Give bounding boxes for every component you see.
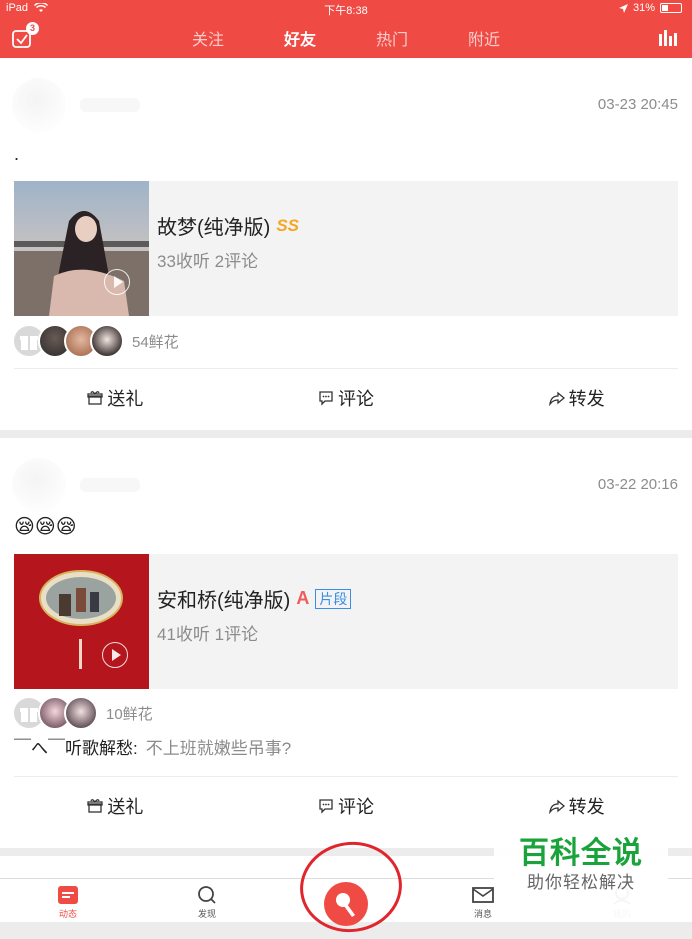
divider <box>14 368 678 369</box>
song-card[interactable]: 安和桥(纯净版) A 片段 41收听 1评论 <box>14 554 678 689</box>
comment-button[interactable]: 评论 <box>231 378 462 418</box>
tab-discover[interactable]: 发现 <box>177 885 237 920</box>
divider <box>14 776 678 777</box>
feed-post: 03-23 20:45 . 故梦(纯净版) SS 33收听 2评论 54鲜花 送… <box>0 58 692 430</box>
play-icon[interactable] <box>104 269 130 295</box>
avatar[interactable] <box>12 458 66 512</box>
tab-friends[interactable]: 好友 <box>284 26 316 50</box>
tab-feed-label: 动态 <box>58 909 77 919</box>
comment-label: 评论 <box>338 797 374 817</box>
gift-label: 送礼 <box>107 797 144 817</box>
tab-following[interactable]: 关注 <box>192 26 224 50</box>
song-stats: 41收听 1评论 <box>157 625 259 644</box>
flower-row[interactable]: 10鲜花 <box>12 696 153 730</box>
song-title: 故梦(纯净版) <box>157 217 271 239</box>
post-emoji: 😪😪😪 <box>14 516 77 538</box>
song-title-row: 安和桥(纯净版) A 片段 <box>157 584 352 613</box>
tab-nearby[interactable]: 附近 <box>468 26 500 50</box>
ranking-bars-icon[interactable] <box>658 30 678 46</box>
status-bar: iPad 下午8:38 31% <box>0 0 692 18</box>
level-badge: SS <box>276 215 300 235</box>
segment-badge: 片段 <box>315 588 352 609</box>
watermark-subtitle: 助你轻松解决 <box>527 873 635 892</box>
location-icon <box>618 3 628 13</box>
song-card[interactable]: 故梦(纯净版) SS 33收听 2评论 <box>14 181 678 316</box>
share-icon <box>548 799 565 814</box>
comment-icon <box>319 391 333 406</box>
watermark-title: 百科全说 <box>519 837 643 870</box>
share-icon <box>548 391 565 406</box>
post-actions: 送礼 评论 转发 <box>0 378 692 418</box>
song-title-row: 故梦(纯净版) SS <box>157 211 299 240</box>
cover-image <box>14 554 149 689</box>
flower-row[interactable]: 54鲜花 <box>12 324 179 358</box>
nav-tabs: 关注 好友 热门 附近 <box>0 18 692 58</box>
song-cover[interactable] <box>14 554 149 689</box>
username-blurred <box>80 478 140 492</box>
comment-button[interactable]: 评论 <box>231 786 462 826</box>
comment-label: 评论 <box>338 389 374 409</box>
post-time: 03-22 20:16 <box>597 476 678 493</box>
tab-discover-label: 发现 <box>197 909 216 919</box>
gift-icon <box>87 799 103 813</box>
comment-preview[interactable]: ￣へ￣听歌解愁: 不上班就嫩些吊事? <box>14 734 291 759</box>
song-title: 安和桥(纯净版) <box>157 590 291 612</box>
gift-icon <box>87 391 103 405</box>
top-nav: 3 关注 好友 热门 附近 <box>0 18 692 58</box>
song-cover[interactable] <box>14 181 149 316</box>
gift-label: 送礼 <box>107 389 144 409</box>
post-text: . <box>14 144 20 164</box>
feed: 03-23 20:45 . 故梦(纯净版) SS 33收听 2评论 54鲜花 送… <box>0 58 692 886</box>
level-badge: A <box>296 588 310 608</box>
gift-button[interactable]: 送礼 <box>0 786 231 826</box>
tab-messages-label: 消息 <box>473 909 492 919</box>
comment-text: 不上班就嫩些吊事? <box>145 739 292 758</box>
watermark: 百科全说 助你轻松解决 <box>494 818 668 922</box>
play-icon[interactable] <box>102 642 128 668</box>
cover-image <box>14 181 149 316</box>
tab-feed[interactable]: 动态 <box>38 885 98 920</box>
tab-hot[interactable]: 热门 <box>376 26 408 50</box>
mail-icon <box>472 887 494 903</box>
share-label: 转发 <box>568 389 605 409</box>
post-time: 03-23 20:45 <box>597 96 678 113</box>
flower-count: 54鲜花 <box>132 333 179 351</box>
song-stats: 33收听 2评论 <box>157 252 259 271</box>
avatar <box>64 696 98 730</box>
comment-icon <box>319 799 333 814</box>
battery-icon <box>660 3 682 13</box>
avatar <box>90 324 124 358</box>
clock: 下午8:38 <box>324 5 368 17</box>
avatar[interactable] <box>12 78 66 132</box>
share-button[interactable]: 转发 <box>461 378 692 418</box>
feed-icon <box>58 886 78 904</box>
gift-button[interactable]: 送礼 <box>0 378 231 418</box>
comment-author: ￣へ￣听歌解愁: <box>14 739 138 758</box>
share-label: 转发 <box>568 797 605 817</box>
search-icon <box>198 886 216 904</box>
flower-count: 10鲜花 <box>106 705 153 723</box>
battery-percent: 31% <box>632 2 655 14</box>
username-blurred <box>80 98 140 112</box>
feed-post: 03-22 20:16 😪😪😪 安和桥(纯净版) A 片段 41收听 1评论 1… <box>0 438 692 848</box>
